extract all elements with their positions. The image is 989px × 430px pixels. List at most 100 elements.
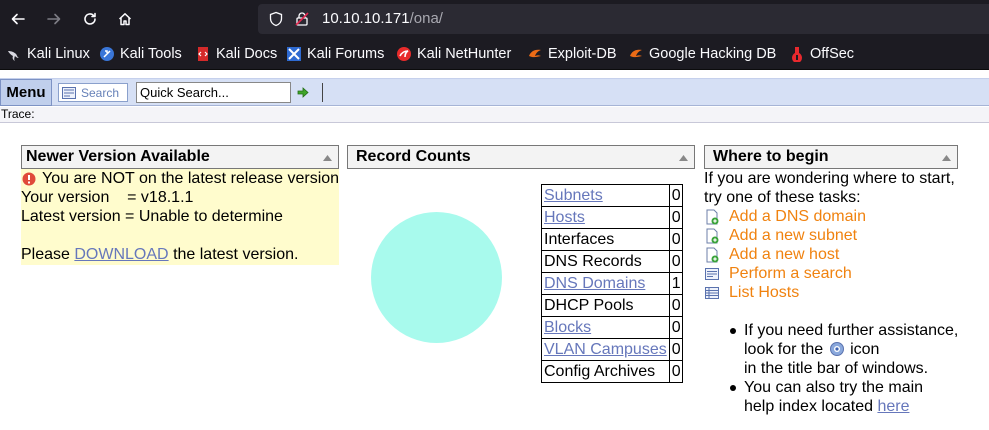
reload-icon[interactable] [78, 7, 102, 31]
help-index-here-link[interactable]: here [877, 398, 909, 415]
record-count-value: 0 [668, 316, 683, 339]
record-count-value: 1 [668, 272, 683, 295]
download-sentence: Please DOWNLOAD the latest version. [21, 245, 298, 264]
task-list-hosts[interactable]: List Hosts [704, 283, 799, 302]
bookmark-kali-forums[interactable]: Kali Forums [286, 38, 384, 70]
download-link[interactable]: DOWNLOAD [74, 246, 168, 263]
record-count-row: DNS Records 0 [541, 250, 683, 273]
help-assistance-line-3: in the title bar of windows. [744, 360, 929, 377]
url-path: /ona/ [409, 10, 443, 27]
collapse-triangle-icon[interactable] [942, 155, 951, 161]
trace-bar: Trace: [0, 107, 989, 123]
task-perform-search[interactable]: Perform a search [704, 264, 852, 283]
collapse-triangle-icon[interactable] [323, 155, 332, 161]
bookmark-label: Google Hacking DB [649, 46, 777, 62]
record-count-row: Interfaces 0 [541, 228, 683, 251]
url-bar[interactable]: 10.10.10.171/ona/ [258, 4, 989, 34]
insecure-lock-icon[interactable] [294, 11, 310, 27]
record-count-row[interactable]: VLAN Campuses 0 [541, 338, 683, 361]
record-type-link[interactable]: Blocks [544, 319, 591, 336]
url-host: 10.10.10.171 [322, 10, 410, 27]
record-type-cell: Blocks [541, 316, 670, 339]
task-add-new-subnet[interactable]: Add a new subnet [704, 226, 857, 245]
record-count-value: 0 [668, 294, 683, 317]
bookmark-kali-docs[interactable]: Kali Docs [195, 38, 277, 70]
help-look-for-text: look for the [744, 341, 824, 358]
help-index-text: help index located [744, 398, 873, 415]
ghdb-icon [630, 49, 642, 58]
record-count-row[interactable]: Subnets 0 [541, 184, 683, 207]
bookmark-kali-tools[interactable]: Kali Tools [99, 38, 182, 70]
home-icon[interactable] [113, 7, 137, 31]
record-type-cell: Subnets [541, 184, 670, 207]
help-index-line-1: You can also try the main [744, 379, 924, 396]
your-version-text: Your version = v18.1.1 [21, 189, 194, 206]
url-text[interactable]: 10.10.10.171/ona/ [322, 10, 443, 27]
go-arrow-icon[interactable] [297, 87, 309, 98]
menu-button[interactable]: Menu [0, 79, 52, 106]
task-add-new-host[interactable]: Add a new host [704, 245, 839, 264]
record-count-row[interactable]: Hosts 0 [541, 206, 683, 229]
warning-icon [22, 172, 36, 186]
shield-icon[interactable] [268, 11, 284, 27]
version-warning-text: You are NOT on the latest release versio… [42, 170, 340, 187]
bookmark-kali-nethunter[interactable]: Kali NetHunter [396, 38, 511, 70]
bookmark-kali-linux[interactable]: Kali Linux [6, 38, 90, 70]
intro-line-2: try one of these tasks: [704, 189, 861, 206]
newer-version-title-bar[interactable]: Newer Version Available [21, 145, 339, 169]
newer-version-title: Newer Version Available [26, 148, 210, 165]
task-add-dns-domain[interactable]: Add a DNS domain [704, 207, 866, 226]
bookmark-google-hacking-db[interactable]: Google Hacking DB [628, 38, 776, 70]
bullet-marker [730, 385, 736, 391]
where-to-begin-title-bar[interactable]: Where to begin [704, 145, 958, 169]
task-label: Add a DNS domain [729, 207, 866, 225]
task-label: List Hosts [729, 283, 800, 301]
bookmark-label: Kali Linux [27, 46, 90, 62]
kali-forums-icon [287, 47, 301, 61]
kali-dragon-icon [8, 51, 19, 61]
kali-nethunter-icon [397, 47, 411, 61]
record-counts-table: Subnets 0 Hosts 0 Interfaces 0 DNS Records 0 DNS… [541, 184, 683, 383]
record-counts-title: Record Counts [356, 148, 471, 165]
menu-divider [322, 83, 323, 102]
record-count-value: 0 [668, 338, 683, 361]
quick-search-input[interactable] [136, 82, 291, 103]
collapse-triangle-icon[interactable] [679, 155, 688, 161]
record-type-link[interactable]: DNS Domains [544, 275, 645, 292]
record-count-row[interactable]: Blocks 0 [541, 316, 683, 339]
bookmark-exploit-db[interactable]: Exploit-DB [527, 38, 617, 70]
please-text: Please [21, 246, 70, 263]
search-button[interactable]: Search [58, 83, 128, 102]
kali-docs-icon [198, 47, 208, 61]
record-count-value: 0 [668, 250, 683, 273]
add-page-icon [706, 247, 719, 262]
record-type-label: DNS Records [544, 252, 642, 270]
help-assistance-line-1: If you need further assistance, [744, 322, 959, 339]
help-assistance-line-2: look for the icon [744, 340, 879, 359]
offsec-icon [792, 47, 802, 62]
record-type-cell: Config Archives [541, 360, 670, 383]
bookmark-offsec[interactable]: OffSec [789, 38, 854, 70]
record-type-link[interactable]: Subnets [544, 187, 603, 204]
record-type-label: Config Archives [544, 362, 656, 380]
record-counts-title-bar[interactable]: Record Counts [347, 145, 695, 169]
help-icon [829, 342, 844, 356]
browser-toolbar: 10.10.10.171/ona/ [0, 0, 989, 38]
record-counts-pie-chart [371, 212, 502, 343]
record-type-cell: Interfaces [541, 228, 670, 251]
forward-icon[interactable] [42, 7, 66, 31]
record-count-row[interactable]: DNS Domains 1 [541, 272, 683, 295]
record-count-row: DHCP Pools 0 [541, 294, 683, 317]
record-count-value: 0 [668, 360, 683, 383]
bookmark-label: Kali Forums [307, 46, 385, 62]
list-icon [705, 286, 719, 299]
add-page-icon [706, 228, 719, 243]
record-type-link[interactable]: Hosts [544, 209, 585, 226]
record-type-cell: Hosts [541, 206, 670, 229]
back-icon[interactable] [6, 7, 30, 31]
search-form-icon [62, 86, 76, 99]
exploit-db-icon [529, 49, 541, 58]
search-button-label: Search [81, 85, 120, 100]
record-type-label: Interfaces [544, 230, 615, 248]
record-type-link[interactable]: VLAN Campuses [544, 341, 667, 358]
